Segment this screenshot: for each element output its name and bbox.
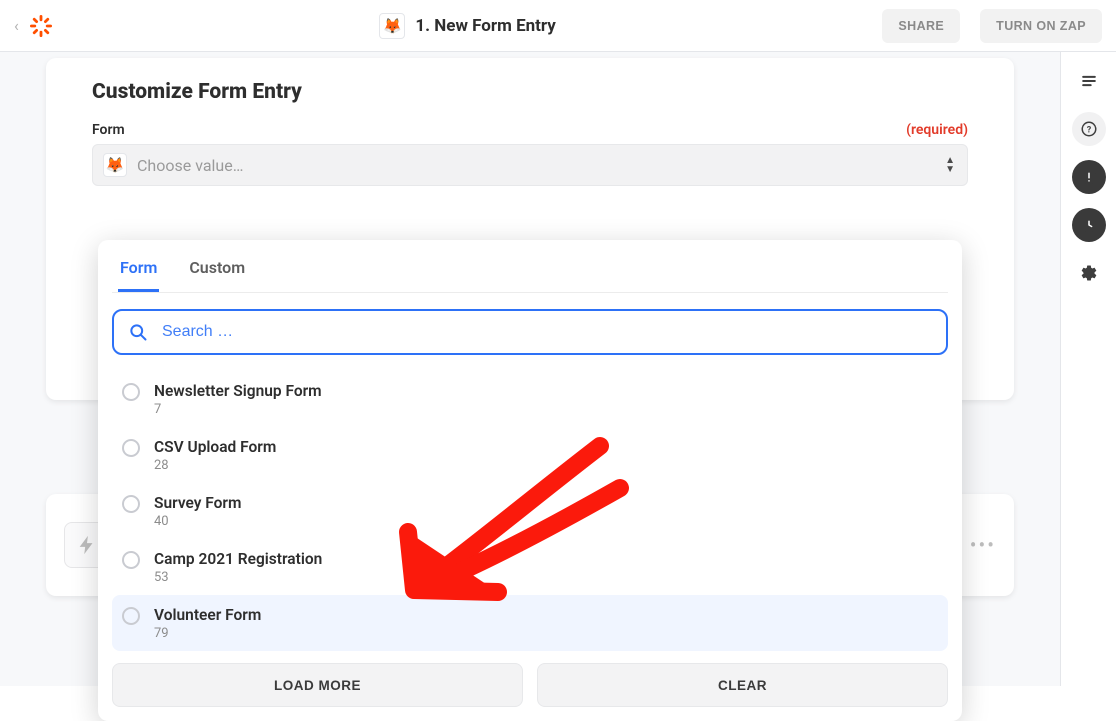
option-newsletter-signup-form[interactable]: Newsletter Signup Form 7 [112,371,948,427]
select-placeholder: Choose value… [137,156,243,175]
dropdown-button-row: LOAD MORE CLEAR [112,663,948,707]
option-name: Survey Form [154,493,241,513]
alert-icon[interactable] [1072,160,1106,194]
search-icon [128,322,148,342]
field-row: Form (required) [92,122,968,138]
load-more-button[interactable]: LOAD MORE [112,663,523,707]
help-icon[interactable]: ? [1072,112,1106,146]
turn-on-zap-button[interactable]: TURN ON ZAP [980,9,1102,43]
option-name: Volunteer Form [154,605,261,625]
radio-icon [122,607,140,625]
settings-gear-icon[interactable] [1072,256,1106,290]
option-name: Camp 2021 Registration [154,549,322,569]
app-icon: 🦊 [379,13,405,39]
dropdown-tabs: Form Custom [112,240,948,293]
option-id: 79 [154,626,261,641]
tab-form[interactable]: Form [118,240,159,292]
back-chevron-icon[interactable]: ‹ [14,16,19,35]
search-input[interactable] [160,322,932,342]
zapier-logo-icon [29,14,53,38]
options-list: Newsletter Signup Form 7 CSV Upload Form… [112,371,948,651]
option-csv-upload-form[interactable]: CSV Upload Form 28 [112,427,948,483]
radio-icon [122,439,140,457]
radio-icon [122,551,140,569]
card-heading: Customize Form Entry [92,80,968,104]
option-camp-2021-registration[interactable]: Camp 2021 Registration 53 [112,539,948,595]
tab-custom[interactable]: Custom [187,240,247,292]
more-icon[interactable]: ••• [970,533,996,557]
option-volunteer-form[interactable]: Volunteer Form 79 [112,595,948,651]
option-id: 7 [154,402,322,417]
sort-chevrons-icon: ▲▼ [945,157,955,174]
field-label: Form [92,122,125,138]
option-id: 40 [154,514,241,529]
option-survey-form[interactable]: Survey Form 40 [112,483,948,539]
outline-icon[interactable] [1072,64,1106,98]
title-wrap: 🦊 1. New Form Entry [63,13,873,39]
clear-button[interactable]: CLEAR [537,663,948,707]
option-id: 53 [154,570,322,585]
required-label: (required) [906,122,968,138]
top-bar: ‹ 🦊 1. New Form Entry SHARE TURN ON ZAP [0,0,1116,52]
option-name: CSV Upload Form [154,437,276,457]
history-icon[interactable] [1072,208,1106,242]
radio-icon [122,495,140,513]
radio-icon [122,383,140,401]
stage: Customize Form Entry Form (required) 🦊 C… [0,52,1060,686]
side-toolbar: ? [1060,52,1116,686]
page-title: 1. New Form Entry [415,16,556,36]
svg-text:?: ? [1086,125,1091,135]
share-button[interactable]: SHARE [882,9,960,43]
form-dropdown: Form Custom Newsletter Signup Form 7 CSV… [98,240,962,721]
form-select[interactable]: 🦊 Choose value… ▲▼ [92,144,968,186]
option-name: Newsletter Signup Form [154,381,322,401]
select-app-icon: 🦊 [103,153,127,177]
search-field[interactable] [112,309,948,355]
option-id: 28 [154,458,276,473]
